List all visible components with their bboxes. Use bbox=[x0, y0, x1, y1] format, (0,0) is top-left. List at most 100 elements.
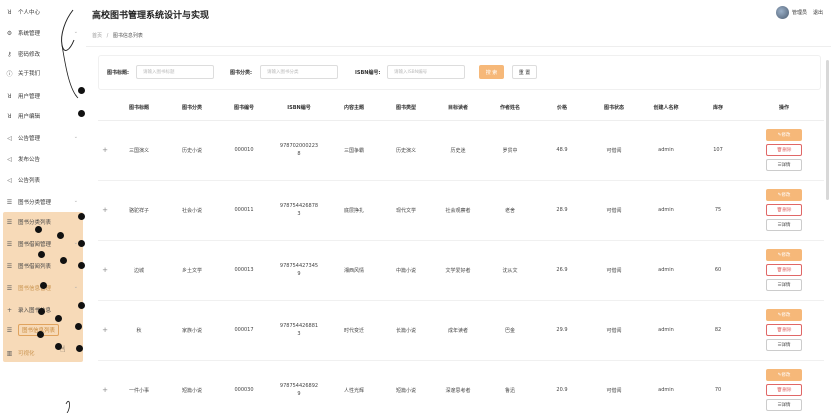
search-panel: 图书标题: 请输入图书标题 图书分类: 请输入图书分类 ISBN编号: 请输入I… bbox=[98, 55, 821, 90]
edit-button[interactable]: ✎ 修改 bbox=[766, 369, 802, 381]
sidebar-item-15[interactable]: ☰图书信息列表 bbox=[0, 320, 86, 340]
cell-price: 26.9 bbox=[536, 240, 588, 301]
chevron-down-icon: ⌄ bbox=[73, 134, 78, 140]
cell-theme: 人性光辉 bbox=[328, 360, 380, 413]
action-label: 删除 bbox=[782, 148, 792, 153]
cell-stock: 107 bbox=[692, 120, 744, 181]
chevron-down-icon: ⌄ bbox=[73, 198, 78, 204]
cell-isbn: 9787544268783 bbox=[270, 180, 328, 241]
cell-actions: ✎ 修改 🗑 删除 ☰ 详情 bbox=[744, 360, 824, 413]
detail-button[interactable]: ☰ 详情 bbox=[766, 399, 802, 411]
expand-row-toggle[interactable]: + bbox=[98, 180, 112, 241]
detail-button[interactable]: ☰ 详情 bbox=[766, 339, 802, 351]
sidebar-item-6[interactable]: ◁ 公告管理 ⌄ bbox=[0, 128, 86, 148]
edit-button[interactable]: ✎ 修改 bbox=[766, 189, 802, 201]
sidebar-item-9[interactable]: ☰ 图书分类管理 ⌄ bbox=[0, 192, 86, 212]
user-icon: ꓤ bbox=[7, 8, 12, 16]
edit-button[interactable]: ✎ 修改 bbox=[766, 249, 802, 261]
table-body: + 三国演义 历史小说 000010 9787020002238 三国争霸 历史演义 历史迷罗… bbox=[98, 120, 824, 413]
sidebar-item-10[interactable]: ☰ 图书分类列表 bbox=[0, 212, 86, 232]
column-header: 操作 bbox=[744, 96, 824, 121]
sidebar-item-8[interactable]: ◁ 公告列表 bbox=[0, 170, 86, 190]
annotation-dot bbox=[75, 323, 82, 330]
sidebar-item-4[interactable]: ꓤ 用户管理 ⌄ bbox=[0, 86, 86, 106]
expand-row-toggle[interactable]: + bbox=[98, 300, 112, 361]
cell-price: 20.9 bbox=[536, 360, 588, 413]
sidebar-item-16[interactable]: ▥ 可视化 bbox=[0, 343, 86, 363]
sidebar-item-1[interactable]: ⚙ 系统管理 ⌄ bbox=[0, 23, 86, 43]
sidebar-item-7[interactable]: ◁ 发布公告 bbox=[0, 149, 86, 169]
cell-isbn: 9787544268929 bbox=[270, 360, 328, 413]
action-label: 修改 bbox=[781, 193, 791, 198]
cell-category: 历史小说 bbox=[166, 120, 218, 181]
category-search-label: 图书分类: bbox=[230, 70, 252, 76]
cell-author: 罗贯中 bbox=[484, 120, 536, 181]
sidebar-item-12[interactable]: ☰ 图书借阅列表 bbox=[0, 256, 86, 276]
delete-button[interactable]: 🗑 删除 bbox=[766, 324, 802, 336]
detail-button[interactable]: ☰ 详情 bbox=[766, 279, 802, 291]
detail-button[interactable]: ☰ 详情 bbox=[766, 219, 802, 231]
edit-button[interactable]: ✎ 修改 bbox=[766, 129, 802, 141]
key-icon: ⚷ bbox=[7, 50, 12, 58]
scrollbar[interactable] bbox=[826, 60, 829, 200]
table-row: + 一件小事 短篇小说 000030 9787544268929 人性光辉 短篇小说 深邃思考… bbox=[98, 360, 824, 413]
avatar[interactable] bbox=[775, 6, 789, 19]
table-row: + 边城 乡土文学 000013 9787544273459 湘西风情 中篇小说 文学爱好者沈… bbox=[98, 240, 824, 301]
isbn-value: 9787544268783 bbox=[279, 203, 319, 217]
column-header: 创建人名称 bbox=[640, 96, 692, 121]
detail-button[interactable]: ☰ 详情 bbox=[766, 159, 802, 171]
megaphone-icon: ◁ bbox=[7, 155, 12, 163]
sidebar-item-label: 图书分类列表 bbox=[18, 220, 52, 226]
cell-title: 骆驼祥子 bbox=[112, 180, 166, 241]
breadcrumb-separator: / bbox=[106, 33, 109, 39]
annotation-dot bbox=[78, 87, 85, 94]
cell-price: 29.9 bbox=[536, 300, 588, 361]
logout-link[interactable]: 退出 bbox=[813, 9, 823, 16]
chevron-down-icon: ⌄ bbox=[73, 92, 78, 98]
annotation-dot bbox=[40, 282, 47, 289]
action-label: 修改 bbox=[781, 133, 791, 138]
cell-theme: 三国争霸 bbox=[328, 120, 380, 181]
action-label: 详情 bbox=[781, 163, 791, 168]
expand-row-toggle[interactable]: + bbox=[98, 120, 112, 181]
action-label: 删除 bbox=[782, 328, 792, 333]
delete-button[interactable]: 🗑 删除 bbox=[766, 144, 802, 156]
cell-stock: 70 bbox=[692, 360, 744, 413]
cell-category: 乡土文学 bbox=[166, 240, 218, 301]
delete-button[interactable]: 🗑 删除 bbox=[766, 264, 802, 276]
cell-category: 家族小说 bbox=[166, 300, 218, 361]
username: 管理员 bbox=[791, 10, 807, 16]
cell-stock: 60 bbox=[692, 240, 744, 301]
sidebar-item-label: 图书借阅列表 bbox=[18, 264, 52, 270]
table-row: + 三国演义 历史小说 000010 9787020002238 三国争霸 历史演义 历史迷罗… bbox=[98, 120, 824, 181]
action-label: 删除 bbox=[782, 268, 792, 273]
cell-creator: admin bbox=[640, 240, 692, 301]
expand-row-toggle[interactable]: + bbox=[98, 360, 112, 413]
annotation-dot bbox=[55, 315, 62, 322]
search-button[interactable]: 搜 索 bbox=[479, 65, 504, 79]
sidebar-item-5[interactable]: ꓤ 用户编辑 bbox=[0, 106, 86, 126]
action-label: 详情 bbox=[781, 223, 791, 228]
sidebar-item-0[interactable]: ꓤ 个人中心 bbox=[0, 2, 86, 22]
category-search-input[interactable]: 请输入图书分类 bbox=[260, 65, 338, 79]
sidebar-item-2[interactable]: ⚷ 密码修改 bbox=[0, 44, 86, 64]
app-title: 高校图书管理系统设计与实现 bbox=[92, 11, 210, 21]
isbn-search-input[interactable]: 请输入ISBN编号 bbox=[387, 65, 465, 79]
action-label: 修改 bbox=[781, 253, 791, 258]
cell-category: 社会小说 bbox=[166, 180, 218, 241]
breadcrumb-current: 图书信息列表 bbox=[112, 33, 143, 39]
cell-creator: admin bbox=[640, 360, 692, 413]
edit-button[interactable]: ✎ 修改 bbox=[766, 309, 802, 321]
cell-reader: 社会观察者 bbox=[432, 180, 484, 241]
delete-button[interactable]: 🗑 删除 bbox=[766, 204, 802, 216]
cell-type: 短篇小说 bbox=[380, 360, 432, 413]
sidebar-item-3[interactable]: ⓘ 关于我们 bbox=[0, 63, 86, 83]
reset-button[interactable]: 重 置 bbox=[512, 65, 537, 79]
breadcrumb-home[interactable]: 首页 bbox=[92, 33, 102, 39]
action-label: 详情 bbox=[781, 403, 791, 408]
title-search-input[interactable]: 请输入图书标题 bbox=[136, 65, 214, 79]
expand-row-toggle[interactable]: + bbox=[98, 240, 112, 301]
info-icon: ⓘ bbox=[6, 70, 13, 78]
list-icon: ☰ bbox=[6, 326, 13, 334]
delete-button[interactable]: 🗑 删除 bbox=[766, 384, 802, 396]
